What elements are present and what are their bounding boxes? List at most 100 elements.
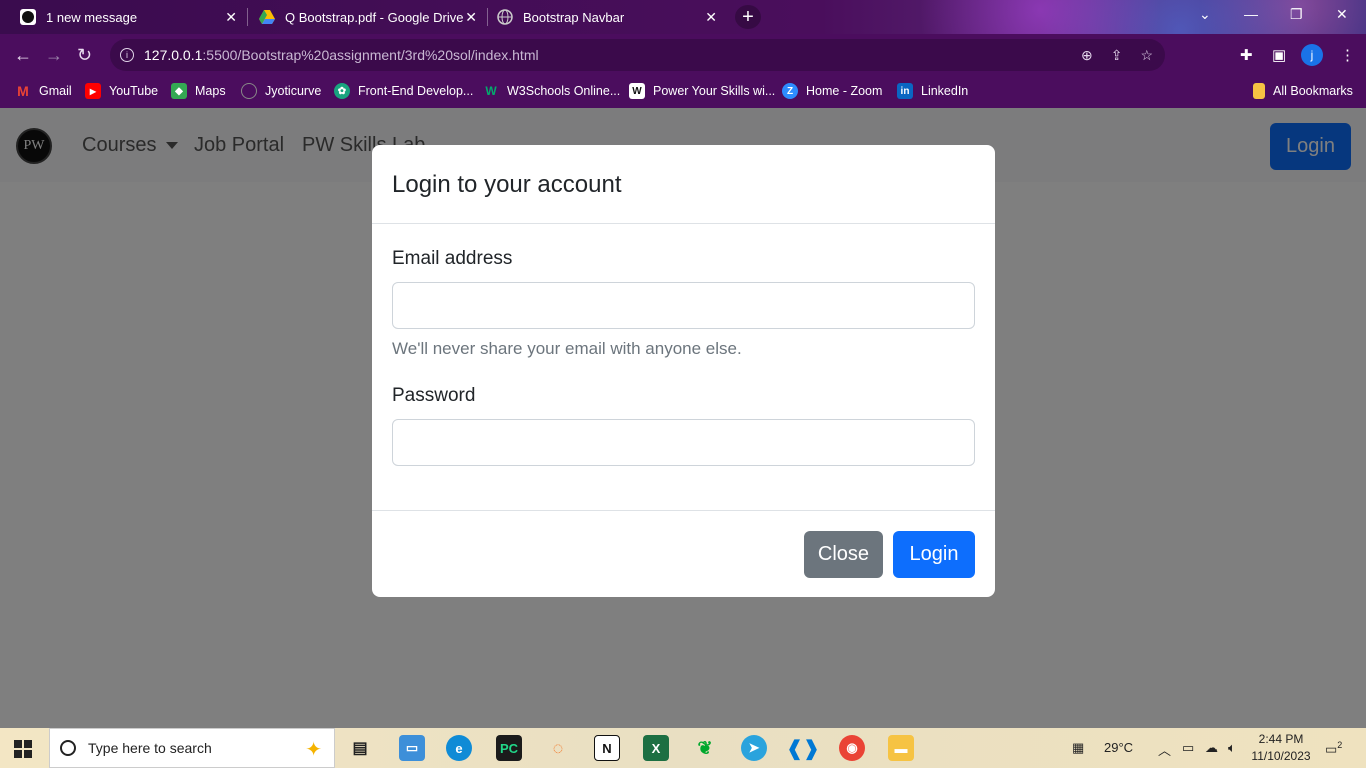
excel-icon[interactable]: X bbox=[643, 735, 669, 761]
network-icon[interactable]: ☁ bbox=[1205, 740, 1218, 756]
page-content: PW Courses Job Portal PW Skills Lab Logi… bbox=[0, 108, 1366, 728]
bookmark-label: W3Schools Online... bbox=[507, 84, 621, 98]
tab-2[interactable]: Q Bootstrap.pdf - Google Drive ✕ bbox=[259, 0, 485, 34]
browser-tabstrip: 1 new message ✕ Q Bootstrap.pdf - Google… bbox=[0, 0, 1366, 34]
bookmark-gmail[interactable]: M Gmail bbox=[15, 83, 72, 99]
bookmark-label: Power Your Skills wi... bbox=[653, 84, 776, 98]
password-label: Password bbox=[392, 385, 476, 406]
file-explorer-icon[interactable]: ▬ bbox=[888, 735, 914, 761]
bookmark-zoom[interactable]: Z Home - Zoom bbox=[782, 83, 882, 99]
modal-body: Email address We'll never share your ema… bbox=[372, 224, 995, 510]
modal-title: Login to your account bbox=[392, 171, 622, 198]
bookmark-label: Front-End Develop... bbox=[358, 84, 474, 98]
url-host: 127.0.0.1 bbox=[144, 47, 203, 63]
tab-1[interactable]: 1 new message ✕ bbox=[20, 0, 245, 34]
gmail-icon: M bbox=[17, 83, 29, 99]
extensions-icon[interactable]: ✚ bbox=[1240, 46, 1253, 64]
youtube-icon: ▶ bbox=[85, 83, 101, 99]
site-info-icon[interactable]: i bbox=[120, 48, 134, 62]
bookmark-label: Maps bbox=[195, 84, 226, 98]
modal-header: Login to your account bbox=[372, 145, 995, 224]
new-tab-button[interactable]: + bbox=[735, 5, 761, 29]
tab-search-chevron-icon[interactable]: ⌄ bbox=[1199, 6, 1211, 23]
bookmark-power-skills[interactable]: W Power Your Skills wi... bbox=[629, 83, 775, 99]
taskbar-search-box[interactable]: Type here to search ✦ bbox=[49, 728, 335, 768]
email-field[interactable] bbox=[392, 282, 975, 329]
windows-taskbar: Type here to search ✦ ▤ ▭ e PC ◌ N X ❦ ➤… bbox=[0, 728, 1366, 768]
side-panel-icon[interactable]: ▣ bbox=[1272, 46, 1286, 64]
close-button[interactable]: Close bbox=[804, 531, 883, 578]
windows-start-icon[interactable] bbox=[14, 740, 32, 758]
close-tab-icon[interactable]: ✕ bbox=[465, 9, 477, 26]
reload-icon[interactable]: ↻ bbox=[77, 45, 92, 66]
zoom-icon[interactable]: ⊕ bbox=[1081, 47, 1093, 64]
bookmark-label: Jyoticurve bbox=[265, 84, 322, 98]
login-modal: Login to your account Email address We'l… bbox=[372, 145, 995, 597]
password-field[interactable] bbox=[392, 419, 975, 466]
battery-icon[interactable]: ▭ bbox=[1182, 740, 1194, 756]
bookmarks-bar: M Gmail ▶ YouTube ◆ Maps Jyoticurve ✿ Fr… bbox=[0, 76, 1366, 108]
bookmark-label: LinkedIn bbox=[921, 84, 969, 98]
tab-title: Bootstrap Navbar bbox=[523, 9, 625, 25]
jupyter-icon[interactable]: ◌ bbox=[545, 735, 571, 761]
system-clock[interactable]: 2:44 PM 11/10/2023 bbox=[1250, 731, 1312, 765]
folder-icon bbox=[1253, 83, 1265, 99]
all-bookmarks[interactable]: All Bookmarks bbox=[1253, 83, 1353, 99]
tab-title: 1 new message bbox=[46, 9, 138, 25]
notion-icon[interactable]: N bbox=[594, 735, 620, 761]
bookmark-frontend[interactable]: ✿ Front-End Develop... bbox=[334, 83, 473, 99]
github-icon bbox=[241, 83, 257, 99]
close-tab-icon[interactable]: ✕ bbox=[225, 9, 237, 26]
pycharm-icon[interactable]: PC bbox=[496, 735, 522, 761]
bookmark-maps[interactable]: ◆ Maps bbox=[171, 83, 226, 99]
tab-separator bbox=[247, 8, 248, 26]
vscode-icon[interactable]: ❰❱ bbox=[786, 735, 820, 761]
forward-icon[interactable]: → bbox=[45, 45, 63, 66]
telegram-icon[interactable]: ➤ bbox=[741, 735, 767, 761]
pw-icon: W bbox=[629, 83, 645, 99]
restore-icon[interactable]: ❐ bbox=[1290, 6, 1303, 23]
close-tab-icon[interactable]: ✕ bbox=[705, 9, 717, 26]
tray-chevron-up-icon[interactable]: ︿ bbox=[1158, 740, 1171, 759]
bookmark-label: Gmail bbox=[39, 84, 72, 98]
chrome-icon[interactable]: ◉ bbox=[839, 735, 865, 761]
notification-icon[interactable]: ▭2 bbox=[1325, 740, 1342, 757]
bookmark-youtube[interactable]: ▶ YouTube bbox=[85, 83, 158, 99]
clock-date: 11/10/2023 bbox=[1251, 749, 1311, 763]
edge-icon[interactable]: e bbox=[446, 735, 472, 761]
tab-separator bbox=[487, 8, 488, 26]
browser-toolbar: ← → ↻ i 127.0.0.1:5500/Bootstrap%20assig… bbox=[0, 34, 1366, 76]
clock-time: 2:44 PM bbox=[1258, 732, 1304, 746]
minimize-icon[interactable]: — bbox=[1244, 6, 1258, 22]
copilot-sparkle-icon: ✦ bbox=[305, 739, 322, 761]
w3schools-icon: W bbox=[485, 84, 497, 98]
bookmark-linkedin[interactable]: in LinkedIn bbox=[897, 83, 968, 99]
file-manager-icon[interactable]: ▭ bbox=[399, 735, 425, 761]
share-icon[interactable]: ⇪ bbox=[1111, 47, 1123, 64]
search-placeholder: Type here to search bbox=[88, 740, 212, 756]
address-bar[interactable]: i 127.0.0.1:5500/Bootstrap%20assignment/… bbox=[110, 39, 1165, 71]
search-icon bbox=[60, 740, 76, 756]
back-icon[interactable]: ← bbox=[14, 45, 32, 66]
bookmark-star-icon[interactable]: ☆ bbox=[1140, 47, 1153, 64]
bookmark-label: YouTube bbox=[109, 84, 159, 98]
profile-avatar[interactable]: j bbox=[1301, 44, 1323, 66]
tab-title: Q Bootstrap.pdf - Google Drive bbox=[285, 9, 464, 25]
evernote-icon[interactable]: ❦ bbox=[692, 735, 718, 761]
globe-icon bbox=[497, 9, 513, 25]
weather-icon[interactable]: ▦ bbox=[1072, 740, 1084, 756]
notification-count: 2 bbox=[1337, 740, 1343, 750]
bookmark-w3schools[interactable]: W W3Schools Online... bbox=[483, 83, 620, 99]
task-view-icon[interactable]: ▤ bbox=[347, 735, 373, 761]
login-submit-button[interactable]: Login bbox=[893, 531, 975, 578]
bookmark-jyoticurve[interactable]: Jyoticurve bbox=[241, 83, 321, 99]
bookmark-label: Home - Zoom bbox=[806, 84, 883, 98]
email-help-text: We'll never share your email with anyone… bbox=[392, 339, 742, 358]
menu-kebab-icon[interactable]: ⋮ bbox=[1340, 46, 1355, 64]
tab-3-active[interactable]: Bootstrap Navbar ✕ bbox=[497, 0, 725, 34]
close-window-icon[interactable]: ✕ bbox=[1336, 6, 1348, 23]
google-drive-icon bbox=[259, 9, 275, 25]
temperature-text[interactable]: 29°C bbox=[1104, 740, 1133, 755]
maps-icon: ◆ bbox=[171, 83, 187, 99]
volume-icon[interactable]: 🔈︎ bbox=[1228, 740, 1236, 756]
